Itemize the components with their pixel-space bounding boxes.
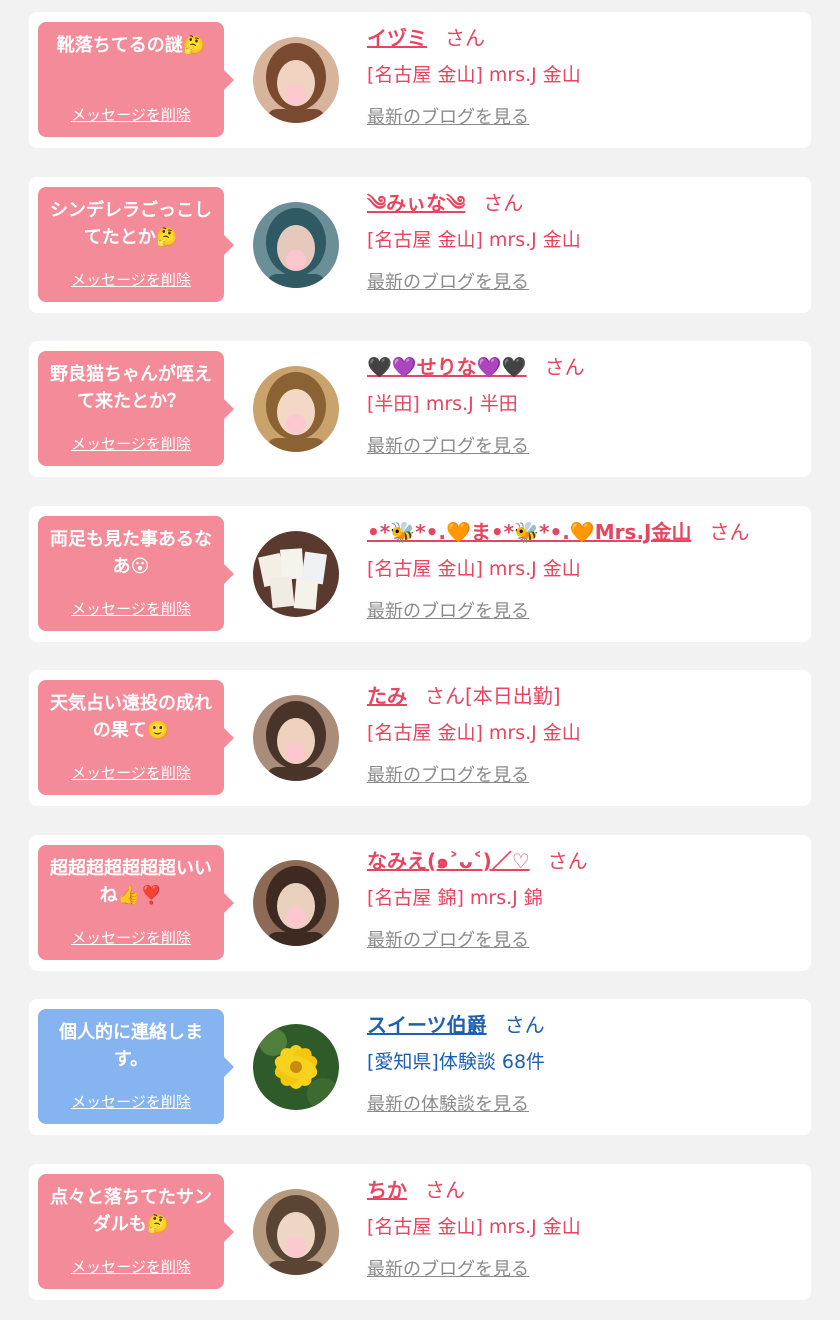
woman-avatar-icon[interactable] — [253, 366, 339, 452]
profile-info: 🖤💜せりな💜🖤 さん [半田] mrs.J 半田 最新のブログを見る — [367, 349, 797, 458]
delete-message-link[interactable]: メッセージを削除 — [38, 1256, 224, 1277]
name-line: たみ さん[本日出勤] — [367, 678, 797, 714]
shop-label: [名古屋 金山] mrs.J 金山 — [367, 558, 581, 580]
name-line: 🖤💜せりな💜🖤 さん — [367, 349, 797, 385]
shop-label: [半田] mrs.J 半田 — [367, 393, 518, 415]
message-card: 靴落ちてるの謎🤔 メッセージを削除 イヅミ さん [名古屋 金山] mrs.J 金… — [29, 12, 811, 148]
message-bubble: 超超超超超超超いいね👍❣️ メッセージを削除 — [38, 845, 234, 960]
message-card: シンデレラごっこしてたとか🤔 メッセージを削除 ༄みぃな༄ さん [名古屋 金山]… — [29, 177, 811, 313]
message-text: 個人的に連絡します。 — [59, 1022, 203, 1070]
profile-name-link[interactable]: イヅミ — [367, 26, 427, 50]
delete-message-link[interactable]: メッセージを削除 — [38, 433, 224, 454]
honorific: さん — [504, 1013, 545, 1037]
message-text: 天気占い遠投の成れの果て🙂 — [50, 693, 212, 741]
latest-post-link[interactable]: 最新のブログを見る — [367, 597, 529, 623]
message-bubble: 個人的に連絡します。 メッセージを削除 — [38, 1009, 234, 1124]
latest-post-link[interactable]: 最新の体験談を見る — [367, 1090, 529, 1116]
message-card: 点々と落ちてたサンダルも🤔 メッセージを削除 ちか さん [名古屋 金山] mrs… — [29, 1164, 811, 1300]
message-text: 靴落ちてるの謎🤔 — [56, 35, 206, 56]
delete-message-link[interactable]: メッセージを削除 — [38, 598, 224, 619]
profile-name-link[interactable]: ༄みぃな༄ — [367, 191, 465, 215]
flower-avatar-icon[interactable] — [253, 1024, 339, 1110]
shop-label: [名古屋 金山] mrs.J 金山 — [367, 722, 581, 744]
latest-post-link[interactable]: 最新のブログを見る — [367, 761, 529, 787]
profile-info: なみえ(๑˃ᴗ˂)／♡ さん [名古屋 錦] mrs.J 錦 最新のブログを見る — [367, 843, 797, 952]
profile-name-link[interactable]: スイーツ伯爵 — [367, 1013, 487, 1037]
message-bubble: 点々と落ちてたサンダルも🤔 メッセージを削除 — [38, 1174, 234, 1289]
message-card: 両足も見た事あるなあ😮 メッセージを削除 •*🐝*•.🧡ま•*🐝*•.🧡Mrs.… — [29, 506, 811, 642]
honorific: さん — [709, 520, 750, 544]
message-bubble: 靴落ちてるの謎🤔 メッセージを削除 — [38, 22, 234, 137]
woman-avatar-icon[interactable] — [253, 695, 339, 781]
honorific: さん — [425, 684, 465, 708]
latest-post-link[interactable]: 最新のブログを見る — [367, 268, 529, 294]
shop-label: [名古屋 金山] mrs.J 金山 — [367, 64, 581, 86]
woman-avatar-icon[interactable] — [253, 860, 339, 946]
latest-post-link[interactable]: 最新のブログを見る — [367, 103, 529, 129]
shop-label: [名古屋 金山] mrs.J 金山 — [367, 1216, 581, 1238]
delete-message-link[interactable]: メッセージを削除 — [38, 104, 224, 125]
latest-post-link[interactable]: 最新のブログを見る — [367, 926, 529, 952]
profile-name-link[interactable]: なみえ(๑˃ᴗ˂)／♡ — [367, 849, 530, 873]
name-line: •*🐝*•.🧡ま•*🐝*•.🧡Mrs.J金山 さん — [367, 514, 797, 550]
message-card: 天気占い遠投の成れの果て🙂 メッセージを削除 たみ さん[本日出勤] [名古屋 金… — [29, 670, 811, 806]
name-line: スイーツ伯爵 さん — [367, 1007, 797, 1043]
latest-post-link[interactable]: 最新のブログを見る — [367, 1255, 529, 1281]
delete-message-link[interactable]: メッセージを削除 — [38, 762, 224, 783]
latest-post-link[interactable]: 最新のブログを見る — [367, 432, 529, 458]
profile-info: スイーツ伯爵 さん [愛知県]体験談 68件 最新の体験談を見る — [367, 1007, 797, 1116]
profile-info: ༄みぃな༄ さん [名古屋 金山] mrs.J 金山 最新のブログを見る — [367, 185, 797, 294]
message-text: シンデレラごっこしてたとか🤔 — [50, 200, 212, 248]
profile-info: ちか さん [名古屋 金山] mrs.J 金山 最新のブログを見る — [367, 1172, 797, 1281]
message-bubble: 野良猫ちゃんが咥えて来たとか？ メッセージを削除 — [38, 351, 234, 466]
shop-label: [名古屋 金山] mrs.J 金山 — [367, 229, 581, 251]
name-line: ༄みぃな༄ さん — [367, 185, 797, 221]
message-bubble: シンデレラごっこしてたとか🤔 メッセージを削除 — [38, 187, 234, 302]
status-tag: [本日出勤] — [465, 684, 561, 708]
honorific: さん — [547, 849, 588, 873]
message-card: 野良猫ちゃんが咥えて来たとか？ メッセージを削除 🖤💜せりな💜🖤 さん [半田] … — [29, 341, 811, 477]
profile-name-link[interactable]: 🖤💜せりな💜🖤 — [367, 355, 527, 379]
message-text: 両足も見た事あるなあ😮 — [50, 529, 212, 577]
honorific: さん — [425, 1178, 465, 1202]
message-list: 靴落ちてるの謎🤔 メッセージを削除 イヅミ さん [名古屋 金山] mrs.J 金… — [0, 0, 840, 1320]
shop-label: [愛知県]体験談 68件 — [367, 1051, 546, 1073]
message-card: 個人的に連絡します。 メッセージを削除 スイーツ伯爵 さん [愛知県]体験談 68… — [29, 999, 811, 1135]
profile-name-link[interactable]: たみ — [367, 684, 407, 708]
woman-avatar-icon[interactable] — [253, 1189, 339, 1275]
shop-label: [名古屋 錦] mrs.J 錦 — [367, 887, 543, 909]
profile-info: イヅミ さん [名古屋 金山] mrs.J 金山 最新のブログを見る — [367, 20, 797, 129]
profile-name-link[interactable]: ちか — [367, 1178, 407, 1202]
profile-name-link[interactable]: •*🐝*•.🧡ま•*🐝*•.🧡Mrs.J金山 — [367, 520, 691, 544]
honorific: さん — [544, 355, 585, 379]
honorific: さん — [483, 191, 524, 215]
message-text: 超超超超超超超いいね👍❣️ — [50, 858, 212, 906]
honorific: さん — [445, 26, 485, 50]
message-text: 野良猫ちゃんが咥えて来たとか？ — [50, 364, 212, 412]
woman-avatar-icon[interactable] — [253, 37, 339, 123]
name-line: ちか さん — [367, 1172, 797, 1208]
name-line: なみえ(๑˃ᴗ˂)／♡ さん — [367, 843, 797, 879]
woman-avatar-icon[interactable] — [253, 202, 339, 288]
name-line: イヅミ さん — [367, 20, 797, 56]
profile-info: たみ さん[本日出勤] [名古屋 金山] mrs.J 金山 最新のブログを見る — [367, 678, 797, 787]
profile-info: •*🐝*•.🧡ま•*🐝*•.🧡Mrs.J金山 さん [名古屋 金山] mrs.J … — [367, 514, 797, 623]
delete-message-link[interactable]: メッセージを削除 — [38, 269, 224, 290]
delete-message-link[interactable]: メッセージを削除 — [38, 927, 224, 948]
message-bubble: 天気占い遠投の成れの果て🙂 メッセージを削除 — [38, 680, 234, 795]
message-bubble: 両足も見た事あるなあ😮 メッセージを削除 — [38, 516, 234, 631]
cards-avatar-icon[interactable] — [253, 531, 339, 617]
message-text: 点々と落ちてたサンダルも🤔 — [50, 1187, 212, 1235]
delete-message-link[interactable]: メッセージを削除 — [38, 1091, 224, 1112]
message-card: 超超超超超超超いいね👍❣️ メッセージを削除 なみえ(๑˃ᴗ˂)／♡ さん [名古… — [29, 835, 811, 971]
